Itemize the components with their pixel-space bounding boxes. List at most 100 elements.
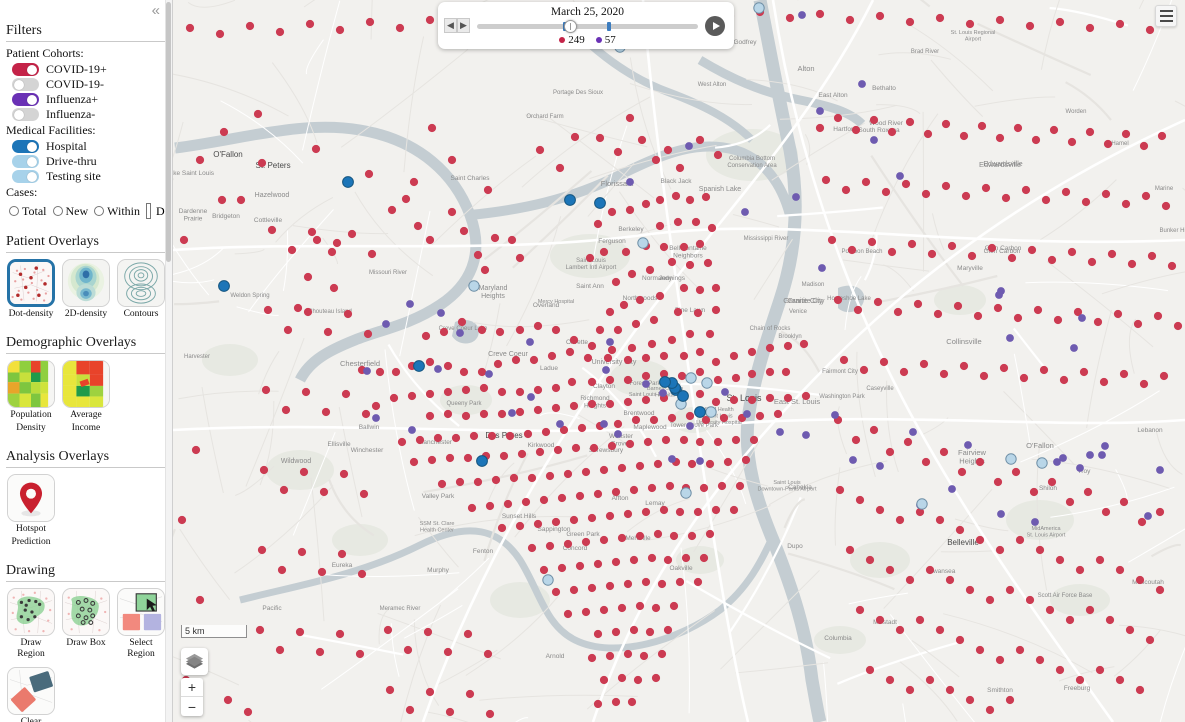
map-point-covid-positive[interactable] [512, 356, 520, 364]
toggle-testing-site[interactable] [12, 170, 39, 183]
map-point-covid-positive[interactable] [1160, 372, 1168, 380]
map-point-covid-positive[interactable] [1048, 256, 1056, 264]
map-point-covid-positive[interactable] [960, 362, 968, 370]
map-point-covid-positive[interactable] [356, 650, 364, 658]
map-point-covid-positive[interactable] [1108, 250, 1116, 258]
map-point-covid-positive[interactable] [900, 368, 908, 376]
map-point-covid-positive[interactable] [516, 522, 524, 530]
map-point-influenza-positive[interactable] [964, 441, 972, 449]
map-point-covid-positive[interactable] [608, 442, 616, 450]
map-point-covid-positive[interactable] [666, 482, 674, 490]
map-point-covid-positive[interactable] [1006, 586, 1014, 594]
map-point-covid-positive[interactable] [680, 436, 688, 444]
map-point-influenza-positive[interactable] [849, 456, 857, 464]
map-point-covid-positive[interactable] [600, 466, 608, 474]
map-point-covid-positive[interactable] [644, 438, 652, 446]
map-point-covid-positive[interactable] [192, 446, 200, 454]
map-point-covid-positive[interactable] [392, 368, 400, 376]
map-point-covid-positive[interactable] [524, 430, 532, 438]
map-point-covid-positive[interactable] [674, 308, 682, 316]
map-point-covid-positive[interactable] [516, 388, 524, 396]
map-point-covid-positive[interactable] [888, 128, 896, 136]
map-point-covid-positive[interactable] [462, 412, 470, 420]
map-point-covid-positive[interactable] [484, 650, 492, 658]
map-point-influenza-positive[interactable] [434, 365, 442, 373]
map-point-covid-positive[interactable] [366, 18, 374, 26]
map-point-covid-positive[interactable] [1014, 124, 1022, 132]
map-point-covid-positive[interactable] [834, 296, 842, 304]
map-point-covid-positive[interactable] [660, 506, 668, 514]
overlay-option-contours[interactable]: Contours [117, 259, 165, 320]
map-point-covid-positive[interactable] [554, 446, 562, 454]
map-point-influenza-positive[interactable] [372, 414, 380, 422]
map-point-covid-positive[interactable] [730, 352, 738, 360]
map-point-covid-positive[interactable] [414, 222, 422, 230]
map-point-covid-positive[interactable] [522, 498, 530, 506]
map-point-covid-positive[interactable] [720, 414, 728, 422]
map-point-covid-positive[interactable] [552, 384, 560, 392]
map-point-covid-positive[interactable] [324, 328, 332, 336]
map-point-influenza-positive[interactable] [1076, 464, 1084, 472]
map-point-covid-positive[interactable] [606, 512, 614, 520]
zoom-out-button[interactable]: − [181, 697, 203, 716]
map-point-hospital[interactable] [678, 391, 689, 402]
map-point-covid-positive[interactable] [730, 506, 738, 514]
toggle-row-hospital[interactable]: Hospital [12, 139, 167, 154]
map-point-covid-positive[interactable] [464, 630, 472, 638]
map-point-covid-positive[interactable] [552, 588, 560, 596]
map-point-covid-positive[interactable] [914, 300, 922, 308]
map-point-covid-positive[interactable] [406, 706, 414, 714]
map-point-covid-positive[interactable] [636, 462, 644, 470]
map-point-covid-positive[interactable] [642, 372, 650, 380]
map-point-covid-positive[interactable] [986, 706, 994, 714]
map-point-covid-positive[interactable] [534, 520, 542, 528]
map-point-covid-positive[interactable] [284, 326, 292, 334]
map-point-covid-positive[interactable] [564, 610, 572, 618]
map-point-covid-positive[interactable] [1020, 374, 1028, 382]
map-point-covid-positive[interactable] [600, 676, 608, 684]
map-point-covid-positive[interactable] [854, 306, 862, 314]
map-point-covid-positive[interactable] [542, 428, 550, 436]
map-point-covid-positive[interactable] [1048, 478, 1056, 486]
map-point-covid-positive[interactable] [1116, 676, 1124, 684]
map-point-covid-positive[interactable] [996, 134, 1004, 142]
map-point-covid-positive[interactable] [702, 193, 710, 201]
map-point-influenza-positive[interactable] [696, 457, 704, 465]
map-point-covid-positive[interactable] [1146, 636, 1154, 644]
map-point-influenza-positive[interactable] [437, 309, 445, 317]
map-point-covid-positive[interactable] [1128, 260, 1136, 268]
map-point-covid-positive[interactable] [1030, 488, 1038, 496]
map-point-covid-positive[interactable] [534, 322, 542, 330]
map-point-influenza-positive[interactable] [456, 329, 464, 337]
map-point-covid-positive[interactable] [568, 378, 576, 386]
map-point-covid-positive[interactable] [1154, 312, 1162, 320]
map-point-covid-positive[interactable] [1016, 646, 1024, 654]
map-point-covid-positive[interactable] [636, 532, 644, 540]
map-point-covid-positive[interactable] [1126, 626, 1134, 634]
thumb-draw-region[interactable] [7, 588, 55, 636]
map-point-covid-positive[interactable] [438, 480, 446, 488]
map-point-covid-positive[interactable] [966, 586, 974, 594]
map-point-covid-positive[interactable] [996, 16, 1004, 24]
map-point-influenza-positive[interactable] [1006, 334, 1014, 342]
map-point-covid-positive[interactable] [508, 236, 516, 244]
map-point-influenza-positive[interactable] [802, 431, 810, 439]
map-point-covid-positive[interactable] [632, 320, 640, 328]
map-point-covid-positive[interactable] [444, 648, 452, 656]
map-point-covid-positive[interactable] [628, 270, 636, 278]
map-point-influenza-positive[interactable] [1059, 454, 1067, 462]
map-point-covid-positive[interactable] [886, 566, 894, 574]
map-point-covid-positive[interactable] [642, 354, 650, 362]
map-point-covid-positive[interactable] [462, 386, 470, 394]
map-point-covid-positive[interactable] [304, 273, 312, 281]
map-point-covid-positive[interactable] [426, 236, 434, 244]
timeline-play-button[interactable] [705, 16, 725, 36]
map-point-covid-positive[interactable] [916, 616, 924, 624]
map-point-covid-positive[interactable] [302, 388, 310, 396]
map-point-covid-positive[interactable] [686, 412, 694, 420]
map-point-influenza-positive[interactable] [1098, 451, 1106, 459]
map-point-covid-positive[interactable] [714, 438, 722, 446]
map-point-covid-positive[interactable] [626, 440, 634, 448]
map-point-covid-positive[interactable] [678, 372, 686, 380]
map-point-covid-positive[interactable] [1008, 254, 1016, 262]
